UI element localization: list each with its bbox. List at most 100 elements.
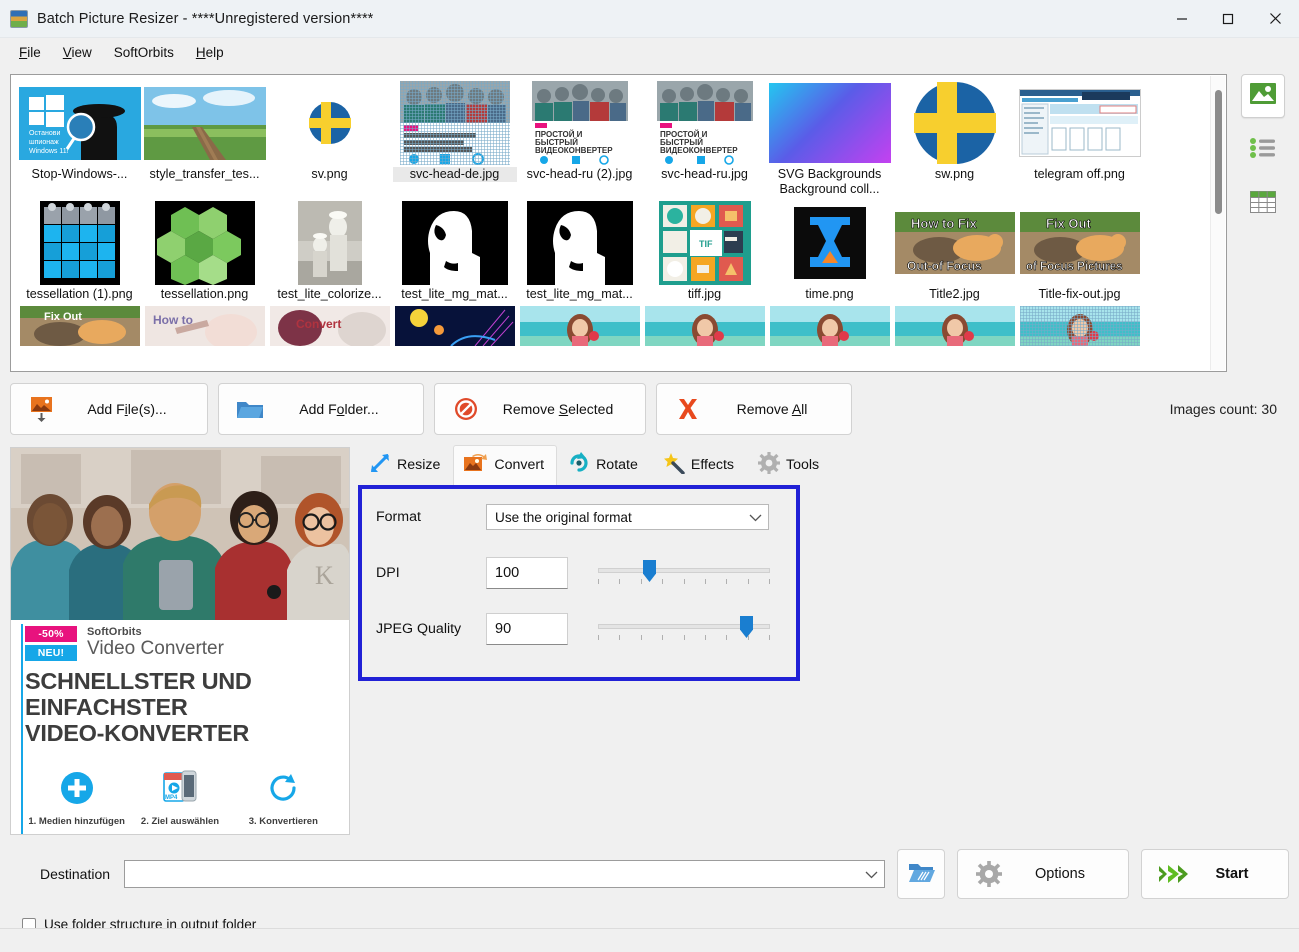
jpeg-quality-slider[interactable] xyxy=(598,613,770,645)
minimize-icon[interactable] xyxy=(1159,0,1205,38)
view-mode-list[interactable] xyxy=(1241,128,1285,172)
thumbnail-item[interactable]: Convert xyxy=(267,306,392,346)
thumbnail-image: Fix Out xyxy=(18,306,142,346)
thumbnail-label: test_lite_mg_mat... xyxy=(401,287,508,301)
thumbnail-item[interactable]: sw.png xyxy=(892,81,1017,182)
dpi-slider[interactable] xyxy=(598,557,770,589)
thumbnail-item[interactable]: tessellation.png xyxy=(142,201,267,302)
thumbnail-item[interactable]: ПРОСТОЙ И БЫСТРЫЙ ВИДЕОКОНВЕРТЕР svc-hea… xyxy=(517,81,642,182)
thumbnail-item[interactable]: ПРОСТОЙ И БЫСТРЫЙ ВИДЕОКОНВЕРТЕР svc-hea… xyxy=(642,81,767,182)
chevron-down-icon xyxy=(749,510,762,525)
tab-resize-label: Resize xyxy=(397,457,441,473)
maximize-icon[interactable] xyxy=(1205,0,1251,38)
format-select[interactable]: Use the original format xyxy=(486,504,769,530)
thumbnail-image xyxy=(268,81,392,165)
thumbnail-item[interactable]: style_transfer_tes... xyxy=(142,81,267,182)
gear-icon xyxy=(758,452,780,478)
destination-label: Destination xyxy=(40,866,111,882)
thumbnail-item[interactable] xyxy=(642,306,767,346)
view-mode-thumbnails[interactable] xyxy=(1241,74,1285,118)
thumbnail-item[interactable]: test_lite_mg_mat... xyxy=(517,201,642,302)
preview-step-caption: 2. Ziel auswählen xyxy=(140,816,220,827)
tab-resize[interactable]: Resize xyxy=(358,445,453,485)
menu-softorbits[interactable]: SoftOrbits xyxy=(103,41,185,64)
thumbnail-item[interactable]: tessellation (1).png xyxy=(17,201,142,302)
remove-selected-button[interactable]: Remove Selected xyxy=(434,383,646,435)
thumbnail-item[interactable]: time.png xyxy=(767,201,892,302)
add-files-button[interactable]: Add File(s)... xyxy=(10,383,208,435)
mp4-file-icon: MP4 xyxy=(128,764,231,812)
view-mode-details[interactable] xyxy=(1241,182,1285,226)
svg-text:How to Fix: How to Fix xyxy=(911,216,977,231)
dpi-row: DPI 100 xyxy=(362,545,796,601)
tab-rotate[interactable]: Rotate xyxy=(557,445,651,485)
thumbnail-item[interactable] xyxy=(892,306,1017,346)
jpeg-quality-input[interactable]: 90 xyxy=(486,613,568,645)
thumbnail-item[interactable] xyxy=(767,306,892,346)
add-folder-label: Add Folder... xyxy=(299,401,379,417)
thumbnail-item[interactable]: Fix Out of Focus Pictures Title-fix-out.… xyxy=(1017,201,1142,302)
brand-name: SoftOrbits xyxy=(87,626,142,638)
view-mode-buttons xyxy=(1237,74,1289,372)
image-icon xyxy=(1250,83,1276,109)
menu-bar: File View SoftOrbits Help xyxy=(0,38,1299,66)
tab-effects[interactable]: Effects xyxy=(651,445,747,485)
destination-bar: Destination Options Start xyxy=(10,845,1289,903)
dpi-slider-ticks xyxy=(598,579,770,585)
tab-convert[interactable]: Convert xyxy=(453,445,558,485)
thumbnail-item[interactable]: How to xyxy=(142,306,267,346)
svg-text:Windows 11!: Windows 11! xyxy=(29,148,69,155)
thumbnail-label: Title-fix-out.jpg xyxy=(1038,287,1121,301)
close-icon[interactable] xyxy=(1251,0,1299,38)
options-button[interactable]: Options xyxy=(957,849,1129,899)
thumbnail-label: svc-head-ru (2).jpg xyxy=(526,167,633,181)
thumbnails-vertical-scrollbar[interactable] xyxy=(1210,76,1225,370)
thumbnail-item[interactable] xyxy=(1017,306,1142,346)
preview-step: MP4 2. Ziel auswählen xyxy=(128,764,231,827)
gear-icon xyxy=(972,861,1006,887)
destination-input[interactable] xyxy=(124,860,885,888)
start-button[interactable]: Start xyxy=(1141,849,1289,899)
thumbnail-row: tessellation (1).png tessellation.png te… xyxy=(17,201,1210,302)
thumbnails-scroll-content: Останови шпионаж Windows 11! Stop-Window… xyxy=(11,75,1210,371)
add-image-icon xyxy=(27,396,57,422)
thumbnail-item[interactable] xyxy=(392,306,517,346)
thumbnail-label: telegram off.png xyxy=(1034,167,1125,181)
dpi-value: 100 xyxy=(495,565,520,581)
menu-file[interactable]: File xyxy=(8,41,52,64)
menu-view[interactable]: View xyxy=(52,41,103,64)
thumbnail-item[interactable]: telegram off.png xyxy=(1017,81,1142,182)
thumbnail-item[interactable]: svc-head-de.jpg xyxy=(392,81,517,182)
thumbnail-item[interactable]: test_lite_colorize... xyxy=(267,201,392,302)
discount-badge: -50% xyxy=(25,626,77,642)
thumbnail-image: Останови шпионаж Windows 11! xyxy=(18,81,142,165)
app-icon xyxy=(10,9,28,28)
thumbnail-item[interactable]: TIF tiff.jpg xyxy=(642,201,767,302)
remove-all-button[interactable]: Remove All xyxy=(656,383,852,435)
dpi-slider-track xyxy=(598,568,770,573)
list-icon xyxy=(1250,137,1276,163)
preview-step-caption: 3. Konvertieren xyxy=(248,816,318,827)
thumbnail-image xyxy=(143,81,267,165)
thumbnails-panel[interactable]: Останови шпионаж Windows 11! Stop-Window… xyxy=(10,74,1227,372)
svg-text:Convert: Convert xyxy=(296,317,341,331)
thumbnail-item[interactable]: Останови шпионаж Windows 11! Stop-Window… xyxy=(17,81,142,182)
add-folder-button[interactable]: Add Folder... xyxy=(218,383,424,435)
dpi-input[interactable]: 100 xyxy=(486,557,568,589)
browse-destination-button[interactable] xyxy=(897,849,945,899)
thumbnail-image xyxy=(518,201,642,285)
tab-tools[interactable]: Tools xyxy=(747,445,832,485)
jpeg-quality-slider-ticks xyxy=(598,635,770,641)
scrollbar-thumb[interactable] xyxy=(1215,90,1222,214)
thumbnail-item[interactable]: SVG Backgrounds Background coll... xyxy=(767,81,892,197)
thumbnail-item[interactable]: Fix Out xyxy=(17,306,142,346)
thumbnail-image xyxy=(518,306,642,346)
thumbnail-image: TIF xyxy=(643,201,767,285)
thumbnail-item[interactable]: sv.png xyxy=(267,81,392,182)
thumbnail-label: style_transfer_tes... xyxy=(149,167,260,181)
menu-help[interactable]: Help xyxy=(185,41,235,64)
thumbnail-item[interactable] xyxy=(517,306,642,346)
thumbnail-item[interactable]: test_lite_mg_mat... xyxy=(392,201,517,302)
thumbnail-item[interactable]: How to Fix Out-of Focus Title2.jpg xyxy=(892,201,1017,302)
thumbnail-label: Title2.jpg xyxy=(929,287,980,301)
